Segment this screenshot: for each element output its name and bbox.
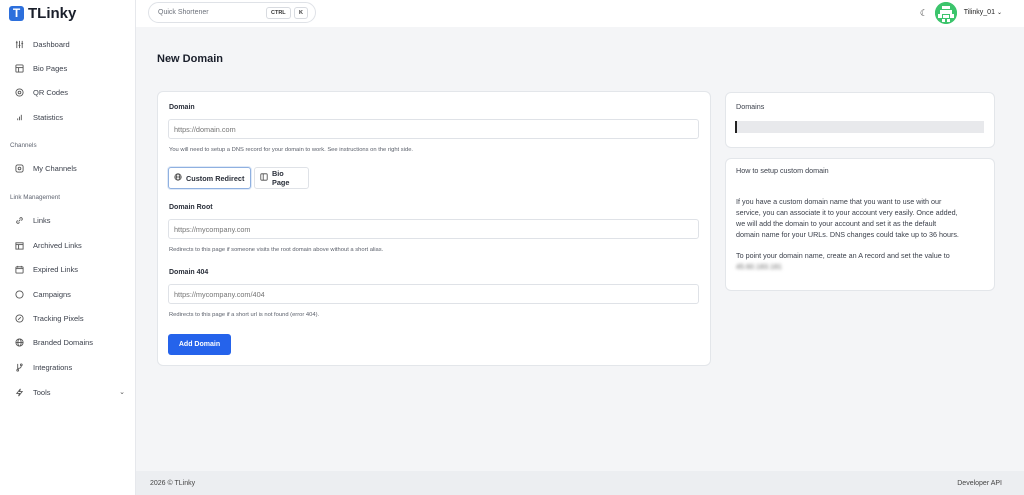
sidebar-item-label: Statistics [33, 112, 64, 122]
globe-icon [174, 173, 182, 183]
custom-redirect-toggle[interactable]: Custom Redirect [168, 167, 251, 189]
sidebar-item-label: Campaigns [33, 289, 71, 299]
domain-404-input[interactable] [168, 284, 699, 304]
sidebar-item-expired-links[interactable]: Expired Links [15, 261, 125, 277]
calendar-icon [15, 265, 24, 274]
sidebar-item-label: Links [33, 215, 51, 225]
bolt-icon [15, 388, 24, 397]
logo-text: TLinky [28, 4, 77, 22]
server-ip: 45.60.183.181 [736, 262, 782, 271]
domain-root-help: Redirects to this page if someone visits… [169, 247, 384, 253]
branch-icon [15, 362, 24, 372]
footer: 2026 © TLinky Developer API [136, 471, 1024, 495]
kbd-k: K [294, 7, 308, 19]
sidebar: T TLinky Dashboard Bio Pages QR Codes St… [0, 0, 136, 495]
sidebar-item-tracking-pixels[interactable]: Tracking Pixels [15, 310, 125, 326]
howto-text-line: If you have a custom domain name that yo… [736, 197, 942, 206]
sliders-icon [15, 40, 24, 49]
pixel-icon [15, 313, 24, 323]
section-label-channels: Channels [10, 142, 37, 149]
add-domain-button[interactable]: Add Domain [168, 334, 231, 355]
domains-card [725, 92, 995, 148]
sidebar-item-label: Tracking Pixels [33, 313, 84, 323]
domain-help: You will need to setup a DNS record for … [169, 147, 414, 153]
page-title: New Domain [157, 53, 224, 65]
sidebar-item-statistics[interactable]: Statistics [15, 109, 125, 125]
sidebar-item-my-channels[interactable]: My Channels [15, 160, 125, 176]
bio-page-toggle[interactable]: Bio Page [254, 167, 309, 189]
sidebar-item-label: Archived Links [33, 240, 82, 250]
sidebar-item-tools[interactable]: Tools ⌄ [15, 384, 125, 400]
sidebar-item-archived-links[interactable]: Archived Links [15, 237, 125, 253]
sidebar-item-label: My Channels [33, 163, 77, 173]
domains-list-cursor [735, 121, 737, 133]
sidebar-item-label: Dashboard [33, 39, 70, 49]
search-placeholder: Quick Shortener [158, 9, 209, 16]
avatar[interactable] [935, 2, 957, 24]
sidebar-item-branded-domains[interactable]: Branded Domains [15, 334, 125, 350]
developer-api-link[interactable]: Developer API [957, 480, 1002, 487]
chevron-down-icon: ⌄ [996, 10, 1002, 16]
howto-text-line: we will add the domain to your account a… [736, 219, 937, 228]
sidebar-item-label: Integrations [33, 362, 73, 372]
sidebar-item-bio-pages[interactable]: Bio Pages [15, 60, 125, 76]
domain-input[interactable] [168, 119, 699, 139]
howto-text-line: service, you can associate it to your ac… [736, 208, 958, 217]
sidebar-item-label: Bio Pages [33, 63, 68, 73]
kbd-ctrl: CTRL [266, 7, 291, 19]
domain-404-help: Redirects to this page if a short url is… [169, 312, 320, 318]
sidebar-item-integrations[interactable]: Integrations [15, 359, 125, 375]
user-menu[interactable]: Tilinky_01 ⌄ [964, 9, 1002, 16]
qr-icon [15, 87, 24, 97]
sidebar-item-label: Tools [33, 387, 51, 397]
moon-icon[interactable]: ☾ [920, 8, 928, 19]
bar-chart-icon [15, 113, 24, 122]
domain-404-label: Domain 404 [169, 269, 209, 276]
globe-icon [15, 337, 24, 347]
howto-card-title: How to setup custom domain [736, 166, 829, 175]
howto-text-line: To point your domain name, create an A r… [736, 251, 950, 260]
toggle-label: Bio Page [272, 169, 290, 187]
box-icon [15, 163, 24, 173]
sidebar-item-label: QR Codes [33, 87, 69, 97]
sidebar-item-dashboard[interactable]: Dashboard [15, 36, 125, 52]
archive-icon [15, 241, 24, 250]
domains-list-placeholder [735, 121, 984, 133]
howto-text-line: domain name for your URLs. DNS changes c… [736, 230, 959, 239]
layout-icon [260, 173, 268, 183]
section-label-link-management: Link Management [10, 194, 61, 201]
username: Tilinky_01 [963, 9, 995, 16]
sidebar-item-label: Branded Domains [33, 337, 94, 347]
sidebar-item-label: Expired Links [33, 264, 79, 274]
sidebar-item-campaigns[interactable]: Campaigns [15, 286, 125, 302]
sidebar-item-qr-codes[interactable]: QR Codes [15, 84, 125, 100]
domain-label: Domain [169, 104, 195, 111]
domain-root-input[interactable] [168, 219, 699, 239]
target-icon [15, 289, 24, 299]
brand-logo[interactable]: T TLinky [9, 4, 76, 22]
sidebar-item-links[interactable]: Links [15, 212, 125, 228]
footer-copyright: 2026 © TLinky [150, 480, 196, 487]
layout-icon [15, 63, 24, 73]
logo-mark: T [9, 5, 24, 21]
chevron-down-icon: ⌄ [119, 389, 125, 396]
toggle-label: Custom Redirect [186, 173, 245, 183]
domain-root-label: Domain Root [169, 204, 213, 211]
topbar: Quick Shortener CTRL K ☾ Tilinky_01 ⌄ [136, 0, 1024, 27]
link-icon [15, 216, 24, 225]
quick-shortener-search[interactable]: Quick Shortener CTRL K [148, 2, 316, 23]
domains-card-title: Domains [736, 102, 765, 111]
